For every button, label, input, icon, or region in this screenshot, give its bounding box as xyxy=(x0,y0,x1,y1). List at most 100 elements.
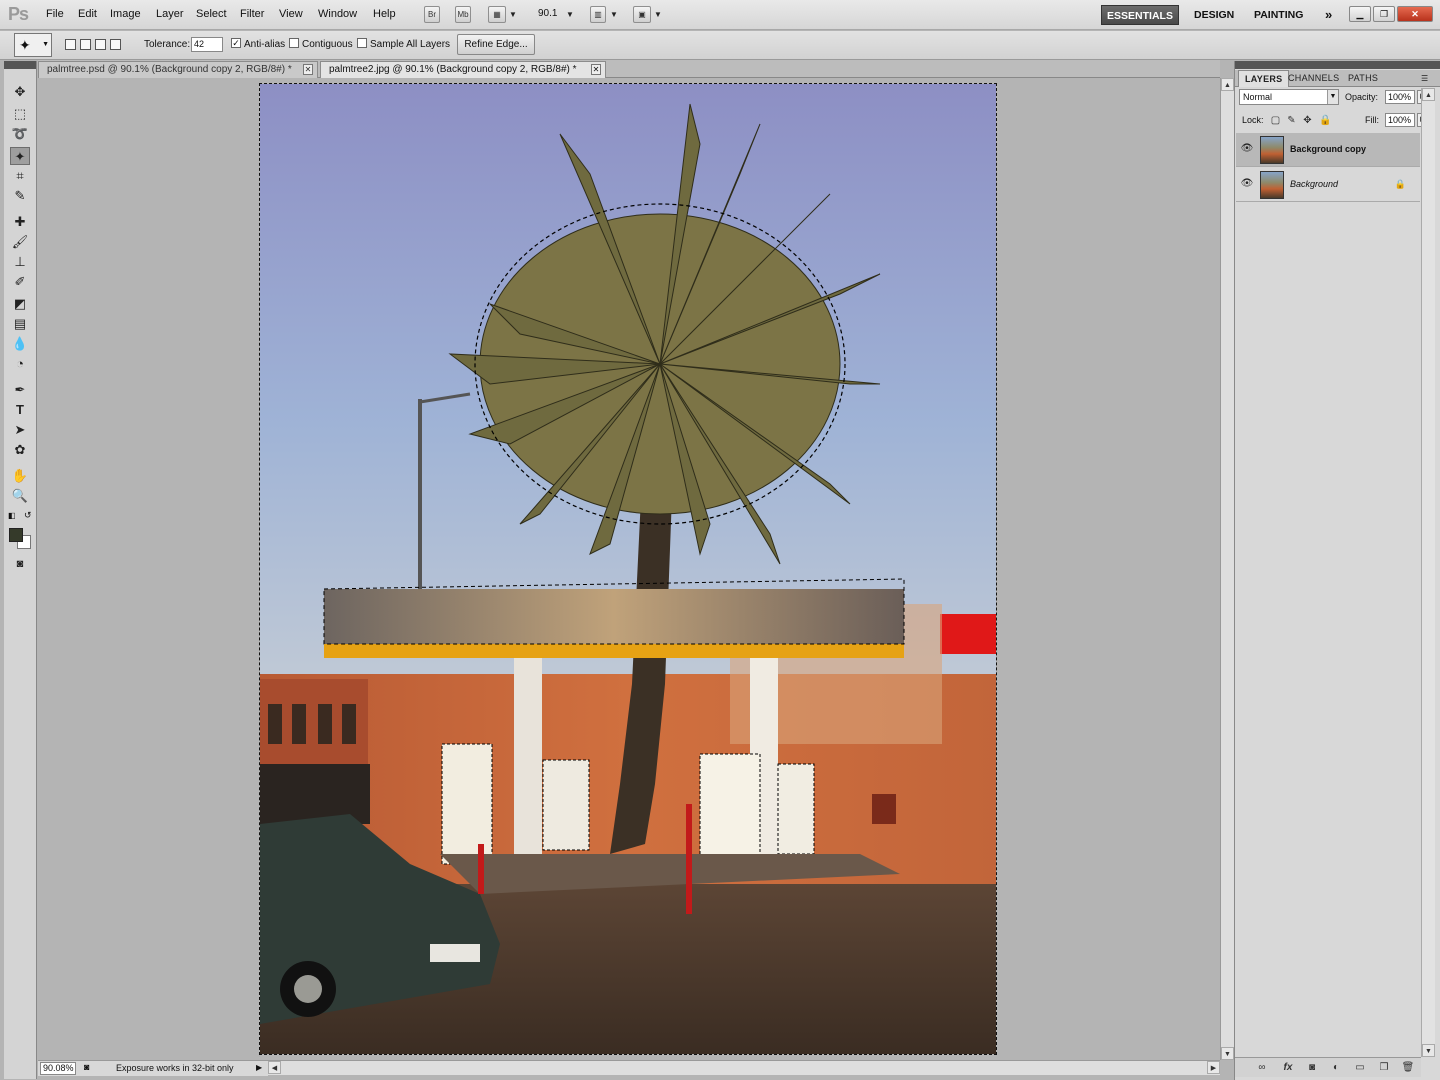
shape-tool-icon[interactable]: ✿ xyxy=(10,441,30,459)
status-menu-arrow-icon[interactable]: ▶ xyxy=(256,1063,262,1072)
menu-help[interactable]: Help xyxy=(373,8,396,20)
lasso-tool-icon[interactable]: ➰ xyxy=(10,125,30,143)
path-selection-tool-icon[interactable]: ➤ xyxy=(10,421,30,439)
link-layers-icon[interactable]: ∞ xyxy=(1255,1062,1269,1074)
subtract-from-selection-icon[interactable] xyxy=(95,39,106,50)
chevron-down-icon[interactable]: ▼ xyxy=(566,10,574,19)
workspace-essentials[interactable]: ESSENTIALS xyxy=(1101,5,1179,25)
antialias-checkbox[interactable]: ✓ xyxy=(231,38,241,48)
pen-tool-icon[interactable]: ✒ xyxy=(10,381,30,399)
menu-view[interactable]: View xyxy=(279,8,303,20)
minimize-icon[interactable]: ▁ xyxy=(1349,6,1371,22)
tolerance-input[interactable]: 42 xyxy=(191,37,223,52)
adjustment-layer-icon[interactable]: ◐ xyxy=(1329,1062,1343,1074)
clone-stamp-tool-icon[interactable]: ⊥ xyxy=(10,253,30,271)
panel-scrollbar[interactable]: ▲ ▼ xyxy=(1421,88,1435,1057)
scroll-up-icon[interactable]: ▲ xyxy=(1221,78,1234,91)
default-colors-icon[interactable]: ◧ xyxy=(8,511,16,520)
crop-tool-icon[interactable]: ⌗ xyxy=(10,167,30,185)
workspace-design[interactable]: DESIGN xyxy=(1187,5,1241,25)
layer-style-icon[interactable]: fx xyxy=(1281,1062,1295,1074)
visibility-eye-icon[interactable]: 👁 xyxy=(1240,143,1254,155)
tab-paths[interactable]: PATHS xyxy=(1342,70,1384,87)
menu-image[interactable]: Image xyxy=(110,8,141,20)
chevron-down-icon[interactable]: ▼ xyxy=(509,10,517,19)
type-tool-icon[interactable]: T xyxy=(10,401,30,419)
canvas-area[interactable] xyxy=(38,78,1220,1060)
add-to-selection-icon[interactable] xyxy=(80,39,91,50)
opacity-input[interactable]: 100% xyxy=(1385,90,1415,104)
horizontal-scrollbar[interactable]: ◀ ▶ xyxy=(268,1060,1220,1075)
close-tab-icon[interactable]: ✕ xyxy=(303,64,313,75)
eraser-tool-icon[interactable]: ◩ xyxy=(10,295,30,313)
move-tool-icon[interactable]: ✥ xyxy=(10,83,30,101)
contiguous-checkbox[interactable] xyxy=(289,38,299,48)
tab-channels[interactable]: CHANNELS xyxy=(1282,70,1345,87)
scroll-up-icon[interactable]: ▲ xyxy=(1422,88,1435,101)
intersect-selection-icon[interactable] xyxy=(110,39,121,50)
dodge-tool-icon[interactable]: ◔ xyxy=(10,355,30,373)
new-layer-icon[interactable]: ❐ xyxy=(1377,1062,1391,1074)
eyedropper-tool-icon[interactable]: ✎ xyxy=(10,187,30,205)
scroll-left-icon[interactable]: ◀ xyxy=(268,1061,281,1074)
lock-position-icon[interactable]: ✥ xyxy=(1302,115,1313,126)
foreground-color-swatch[interactable] xyxy=(9,528,23,542)
workspace-painting[interactable]: PAINTING xyxy=(1247,5,1310,25)
lock-all-icon[interactable]: 🔒 xyxy=(1319,115,1331,126)
view-extras-icon[interactable]: ▦ xyxy=(488,6,506,23)
zoom-tool-icon[interactable]: 🔍 xyxy=(10,487,30,505)
document-image[interactable] xyxy=(259,83,997,1055)
tool-preset-picker[interactable]: ✦ ▼ xyxy=(14,33,52,57)
scroll-down-icon[interactable]: ▼ xyxy=(1422,1044,1435,1057)
close-tab-icon[interactable]: ✕ xyxy=(591,64,601,75)
menu-layer[interactable]: Layer xyxy=(156,8,184,20)
blur-tool-icon[interactable]: 💧 xyxy=(10,335,30,353)
chevron-down-icon[interactable]: ▼ xyxy=(654,10,662,19)
blend-mode-select[interactable]: Normal ▼ xyxy=(1239,89,1339,105)
menu-window[interactable]: Window xyxy=(318,8,357,20)
healing-brush-tool-icon[interactable]: ✚ xyxy=(10,213,30,231)
mini-bridge-button[interactable]: Mb xyxy=(455,6,471,23)
refine-edge-button[interactable]: Refine Edge... xyxy=(457,34,535,55)
arrange-documents-icon[interactable]: ▥ xyxy=(590,6,606,23)
menu-filter[interactable]: Filter xyxy=(240,8,264,20)
magic-wand-tool-icon[interactable]: ✦ xyxy=(10,147,30,165)
menu-edit[interactable]: Edit xyxy=(78,8,97,20)
vertical-scrollbar[interactable]: ▲ ▼ xyxy=(1220,78,1234,1060)
restore-icon[interactable]: ❐ xyxy=(1373,6,1395,22)
new-group-icon[interactable]: ▭ xyxy=(1353,1062,1367,1074)
layer-row[interactable]: 👁 Background 🔒 xyxy=(1236,168,1420,202)
gradient-tool-icon[interactable]: ▤ xyxy=(10,315,30,333)
quick-mask-icon[interactable]: ◙ xyxy=(10,555,30,573)
zoom-level[interactable]: 90.1 xyxy=(538,8,557,19)
lock-transparent-icon[interactable]: ▢ xyxy=(1270,115,1281,126)
layer-row[interactable]: 👁 Background copy xyxy=(1236,133,1420,167)
bridge-button[interactable]: Br xyxy=(424,6,440,23)
close-icon[interactable]: ✕ xyxy=(1397,6,1433,22)
zoom-field[interactable]: 90.08% xyxy=(40,1062,76,1075)
panel-menu-icon[interactable]: ☰ xyxy=(1415,70,1434,87)
scroll-down-icon[interactable]: ▼ xyxy=(1221,1047,1234,1060)
new-selection-icon[interactable] xyxy=(65,39,76,50)
swap-colors-icon[interactable]: ↺ xyxy=(24,510,32,521)
layer-mask-icon[interactable]: ◙ xyxy=(1305,1062,1319,1074)
history-brush-tool-icon[interactable]: ✐ xyxy=(10,273,30,291)
info-icon[interactable]: ◙ xyxy=(84,1062,89,1072)
brush-tool-icon[interactable]: 🖌 xyxy=(10,233,30,251)
delete-layer-icon[interactable]: 🗑 xyxy=(1401,1062,1415,1074)
more-workspaces-icon[interactable]: » xyxy=(1318,5,1339,25)
fill-input[interactable]: 100% xyxy=(1385,113,1415,127)
toolbox-grip[interactable] xyxy=(4,61,36,69)
menu-select[interactable]: Select xyxy=(196,8,227,20)
visibility-eye-icon[interactable]: 👁 xyxy=(1240,178,1254,190)
chevron-down-icon[interactable]: ▼ xyxy=(610,10,618,19)
tab-palmtree-psd[interactable]: palmtree.psd @ 90.1% (Background copy 2,… xyxy=(38,61,318,78)
menu-file[interactable]: File xyxy=(46,8,64,20)
panel-grip[interactable] xyxy=(1235,61,1440,69)
marquee-tool-icon[interactable]: ⬚ xyxy=(10,105,30,123)
tab-palmtree2-jpg[interactable]: palmtree2.jpg @ 90.1% (Background copy 2… xyxy=(320,61,606,78)
lock-pixels-icon[interactable]: ✎ xyxy=(1286,115,1297,126)
screen-mode-icon[interactable]: ▣ xyxy=(633,6,651,23)
scroll-right-icon[interactable]: ▶ xyxy=(1207,1061,1220,1074)
hand-tool-icon[interactable]: ✋ xyxy=(10,467,30,485)
